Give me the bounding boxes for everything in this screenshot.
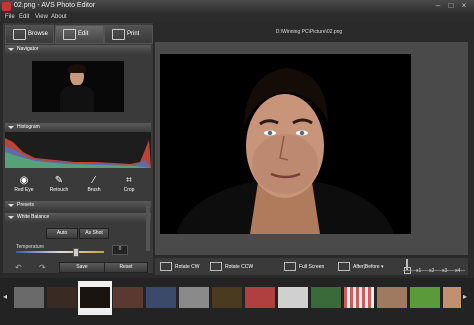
filmstrip-left-arrow[interactable]: ◂: [3, 292, 7, 301]
filmstrip-thumbnail[interactable]: [113, 287, 143, 308]
rotate-ccw-button[interactable]: Rotate CCW: [210, 262, 253, 271]
zoom-x2[interactable]: x2: [429, 268, 434, 274]
filmstrip-right-arrow[interactable]: ▸: [463, 292, 467, 301]
navigator-thumbnail[interactable]: [32, 61, 124, 112]
filmstrip-thumbnail[interactable]: [245, 287, 275, 308]
rotate-cw-button[interactable]: Rotate CW: [160, 262, 199, 271]
filmstrip-thumbnail[interactable]: [344, 287, 374, 308]
zoom-x4[interactable]: x4: [455, 268, 460, 274]
tool-retouch[interactable]: ✎ Retouch: [46, 173, 72, 197]
filmstrip-thumbnail-selected[interactable]: [80, 287, 110, 308]
red-eye-label: Red Eye: [14, 187, 34, 193]
rotate-ccw-icon: [210, 262, 222, 271]
main-photo[interactable]: [160, 54, 411, 234]
menu-about[interactable]: About: [51, 14, 67, 20]
menu-bar: [0, 13, 474, 22]
rotate-cw-label: Rotate CW: [175, 263, 200, 270]
after-before-button[interactable]: After|Before ▾: [338, 262, 384, 271]
full-screen-icon: [284, 262, 296, 271]
rotate-ccw-label: Rotate CCW: [225, 263, 254, 270]
browse-icon: [13, 29, 26, 40]
histogram-header[interactable]: Histogram: [5, 123, 151, 132]
edit-icon: [63, 29, 76, 40]
maximize-icon[interactable]: □: [445, 1, 457, 11]
rotate-cw-icon: [160, 262, 172, 271]
auto-button[interactable]: Auto: [46, 228, 78, 239]
histogram-label: Histogram: [17, 124, 40, 130]
full-screen-label: Full Screen: [299, 263, 325, 270]
temperature-value[interactable]: 0: [112, 245, 128, 255]
close-icon[interactable]: ×: [458, 1, 470, 11]
white-balance-label: White Balance: [17, 214, 50, 220]
window-title: 02.png - AVS Photo Editor: [14, 2, 96, 9]
menu-view[interactable]: View: [35, 14, 48, 20]
after-before-label: After|Before: [353, 263, 380, 270]
left-panel-scrollbar[interactable]: [146, 206, 150, 251]
tab-edit[interactable]: Edit: [55, 25, 104, 44]
menu-file[interactable]: File: [5, 14, 15, 20]
app-icon: [2, 2, 11, 11]
redo-icon[interactable]: ↷: [39, 263, 46, 272]
tab-browse[interactable]: Browse: [5, 25, 54, 44]
filmstrip-thumbnail[interactable]: [377, 287, 407, 308]
zoom-x3[interactable]: x3: [442, 268, 447, 274]
filmstrip-thumbnail[interactable]: [146, 287, 176, 308]
filmstrip-thumbnail[interactable]: [278, 287, 308, 308]
presets-label: Presets: [17, 202, 34, 208]
crop-icon: ⌗: [126, 175, 132, 186]
save-button[interactable]: Save: [59, 262, 105, 273]
zoom-fit-icon[interactable]: [404, 267, 411, 274]
brush-icon: ⁄: [93, 175, 95, 186]
navigator-header[interactable]: Navigator: [5, 45, 151, 54]
crop-label: Crop: [123, 187, 135, 193]
undo-icon[interactable]: ↶: [15, 263, 22, 272]
tab-edit-label: Edit: [78, 31, 89, 37]
navigator-label: Navigator: [17, 46, 39, 52]
tool-brush[interactable]: ⁄ Brush: [81, 173, 107, 197]
temperature-label: Temperature: [16, 244, 45, 250]
filmstrip-thumbnail[interactable]: [311, 287, 341, 308]
filmstrip-thumbnail[interactable]: [47, 287, 77, 308]
white-balance-header[interactable]: White Balance: [5, 213, 151, 222]
histogram-display: [5, 132, 151, 168]
filmstrip-thumbnail[interactable]: [14, 287, 44, 308]
filmstrip-thumbnail[interactable]: [212, 287, 242, 308]
tool-red-eye[interactable]: ◉ Red Eye: [11, 173, 37, 197]
tool-crop[interactable]: ⌗ Crop: [116, 173, 142, 197]
temperature-slider[interactable]: [16, 251, 104, 253]
reset-button[interactable]: Reset: [104, 262, 148, 273]
minimize-icon[interactable]: –: [432, 1, 444, 11]
full-screen-button[interactable]: Full Screen: [284, 262, 324, 271]
tab-print[interactable]: Print: [104, 25, 153, 44]
zoom-x1[interactable]: x1: [416, 268, 421, 274]
tab-browse-label: Browse: [28, 31, 49, 37]
retouch-label: Retouch: [49, 187, 69, 193]
as-shot-button[interactable]: As Shot: [79, 228, 109, 239]
temperature-slider-handle[interactable]: [73, 248, 79, 257]
brush-label: Brush: [87, 187, 101, 193]
filmstrip-thumbnail[interactable]: [179, 287, 209, 308]
menu-edit[interactable]: Edit: [19, 14, 29, 20]
filmstrip-thumbnail[interactable]: [443, 287, 461, 308]
tab-print-label: Print: [127, 31, 140, 37]
retouch-icon: ✎: [54, 175, 64, 186]
filmstrip-thumbnail[interactable]: [410, 287, 440, 308]
after-before-icon: [338, 262, 350, 271]
print-icon: [112, 29, 125, 40]
red-eye-icon: ◉: [19, 175, 29, 186]
presets-header[interactable]: Presets: [5, 201, 151, 210]
file-path: D:\Winning PC\Picture\02.png: [275, 29, 343, 35]
